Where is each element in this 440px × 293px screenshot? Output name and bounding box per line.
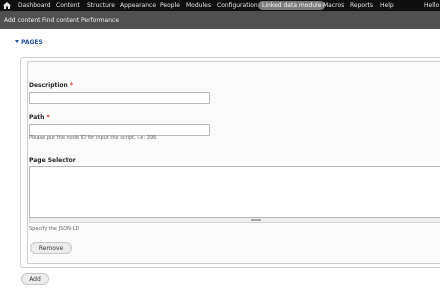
grip-icon <box>251 219 261 221</box>
remove-button[interactable]: Remove <box>30 242 72 254</box>
page-selector-label: Page Selector <box>29 157 76 164</box>
description-input[interactable] <box>29 92 210 104</box>
toolbar-item-macros[interactable]: Macros <box>323 2 344 9</box>
pages-fieldset: Description * Path * Please put the node I… <box>20 57 440 268</box>
path-help-text: Please put the node ID for input the scr… <box>29 135 158 141</box>
toolbar-item-structure[interactable]: Structure <box>87 2 115 9</box>
toolbar-item-linked-data-module[interactable]: Linked data module <box>258 1 326 10</box>
shortcuts-bar: Add content Find content Performance <box>0 11 440 29</box>
toolbar-item-configuration[interactable]: Configuration <box>217 2 258 9</box>
toolbar-item-reports[interactable]: Reports <box>350 2 373 9</box>
textarea-resize-handle[interactable] <box>29 218 440 223</box>
shortcut-performance[interactable]: Performance <box>81 17 119 24</box>
description-label-text: Description <box>29 82 68 89</box>
description-required-mark: * <box>69 82 73 89</box>
collapse-triangle-icon <box>15 40 19 43</box>
toolbar-item-people[interactable]: People <box>160 2 180 9</box>
path-label: Path * <box>29 114 50 122</box>
toolbar-item-appearance[interactable]: Appearance <box>120 2 156 9</box>
fieldset-legend-label: PAGES <box>21 39 43 46</box>
shortcut-find-content[interactable]: Find content <box>42 17 79 24</box>
fieldset-legend-pages[interactable]: PAGES <box>15 39 43 47</box>
page-item-wrapper: Description * Path * Please put the node I… <box>27 61 440 264</box>
toolbar-item-dashboard[interactable]: Dashboard <box>18 2 51 9</box>
description-label: Description * <box>29 82 73 90</box>
page-selector-textarea[interactable] <box>29 166 440 218</box>
shortcut-add-content[interactable]: Add content <box>4 17 41 24</box>
page-selector-help-text: Specify the JSON-LD <box>29 226 80 232</box>
add-button[interactable]: Add <box>21 273 49 285</box>
toolbar-item-modules[interactable]: Modules <box>186 2 211 9</box>
admin-toolbar: Dashboard Content Structure Appearance P… <box>0 0 440 11</box>
toolbar-item-content[interactable]: Content <box>56 2 80 9</box>
user-greeting[interactable]: Hello <box>424 2 439 9</box>
path-required-mark: * <box>46 114 50 121</box>
home-icon[interactable] <box>3 2 11 9</box>
toolbar-item-help[interactable]: Help <box>380 2 394 9</box>
path-label-text: Path <box>29 114 45 121</box>
page-content: PAGES Description * Path * Please put the … <box>0 29 440 293</box>
